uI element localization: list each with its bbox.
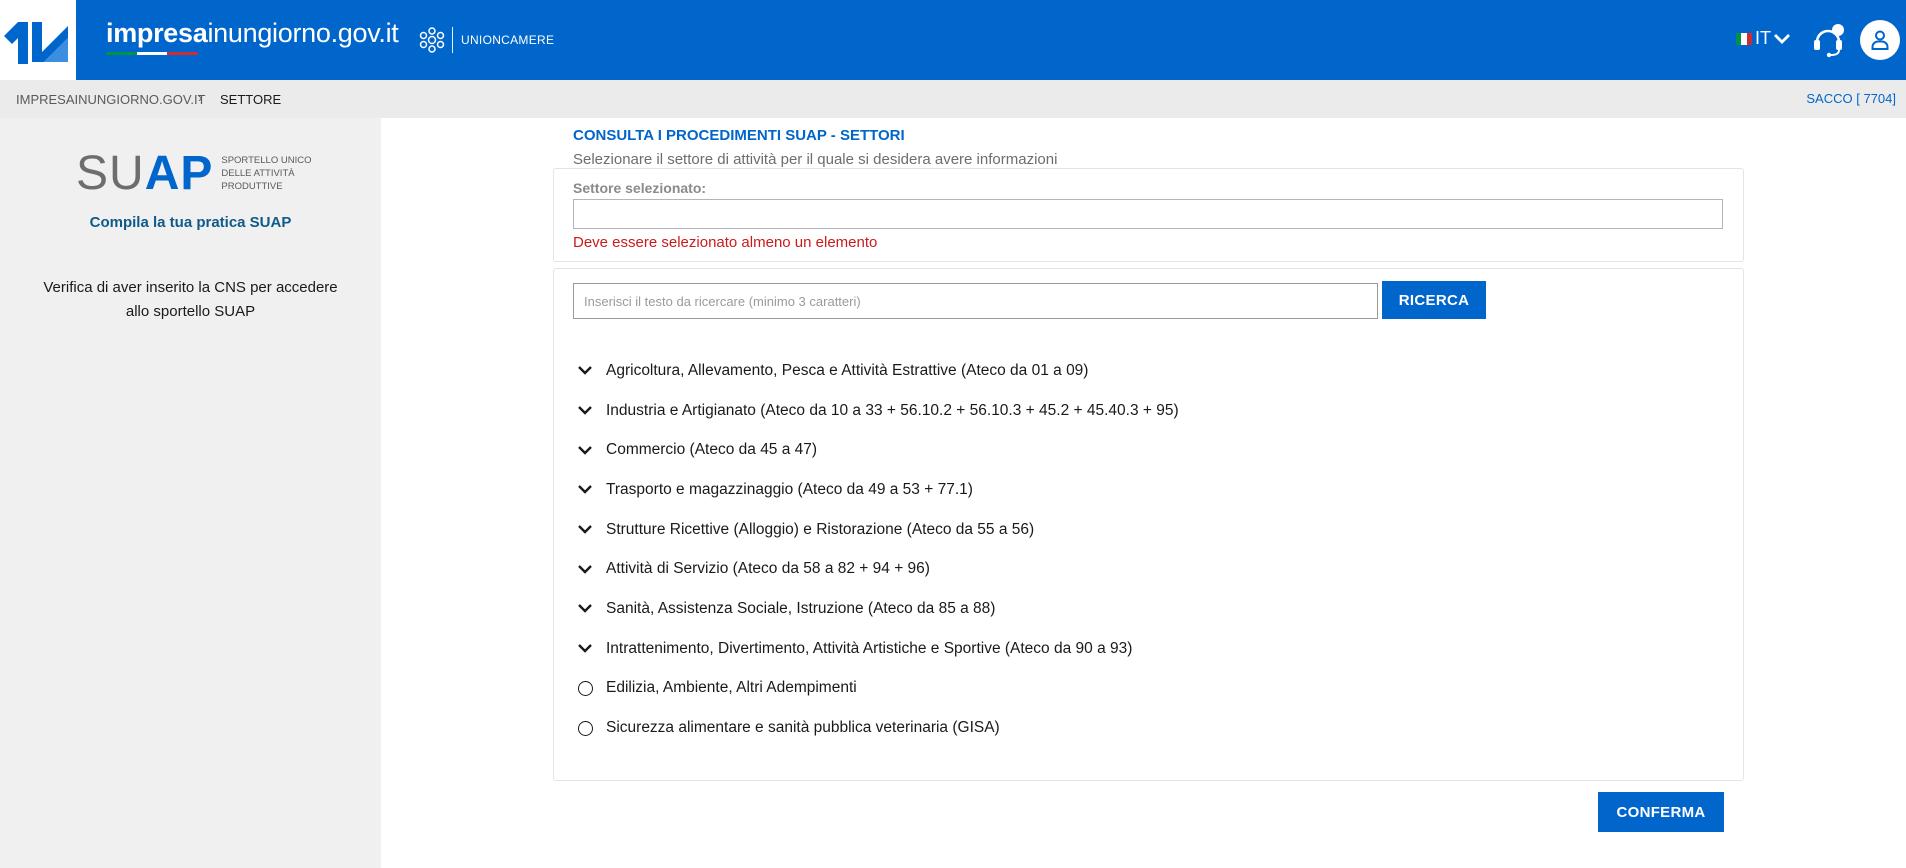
tree-item[interactable]: Trasporto e magazzinaggio (Ateco da 49 a…: [573, 470, 1723, 510]
brand-name[interactable]: impresainungiorno.gov.it: [106, 18, 399, 49]
breadcrumb-current: SETTORE: [220, 92, 282, 107]
page-subtitle: Selezionare il settore di attività per i…: [573, 151, 1058, 168]
chevron-down-icon[interactable]: [575, 361, 595, 381]
tree-item-label[interactable]: Attività di Servizio (Ateco da 58 a 82 +…: [606, 560, 930, 578]
tree-item[interactable]: Sicurezza alimentare e sanità pubblica v…: [573, 708, 1723, 748]
help-headset-icon: [1814, 24, 1844, 58]
brand-suffix: .gov.it: [330, 18, 399, 48]
tree-item-label[interactable]: Edilizia, Ambiente, Altri Adempimenti: [606, 679, 857, 697]
breadcrumb: IMPRESAINUNGIORNO.GOV.IT › SETTORE SACCO…: [0, 80, 1906, 118]
page-title: CONSULTA I PROCEDIMENTI SUAP - SETTORI: [573, 127, 905, 144]
tree-item[interactable]: Strutture Ricettive (Alloggio) e Ristora…: [573, 510, 1723, 550]
chevron-down-icon[interactable]: [575, 559, 595, 579]
language-code: IT: [1755, 28, 1771, 48]
chevron-down-icon: [1774, 33, 1790, 44]
tree-item-label[interactable]: Sicurezza alimentare e sanità pubblica v…: [606, 719, 1000, 737]
language-selector[interactable]: IT: [1736, 28, 1791, 49]
tree-item[interactable]: Intrattenimento, Divertimento, Attività …: [573, 629, 1723, 669]
cns-notice: Verifica di aver inserito la CNS per acc…: [43, 279, 338, 320]
suap-logo-ap: AP: [144, 147, 214, 200]
tree-item-label[interactable]: Intrattenimento, Divertimento, Attività …: [606, 640, 1132, 658]
tree-item-label[interactable]: Sanità, Assistenza Sociale, Istruzione (…: [606, 600, 995, 618]
unioncamere-icon: [419, 27, 445, 53]
partner-label: UNIONCAMERE: [461, 33, 555, 47]
suap-desc-line: DELLE ATTIVITÀ: [221, 168, 295, 179]
chevron-down-icon[interactable]: [575, 599, 595, 619]
selected-sector-field[interactable]: [573, 199, 1723, 229]
validation-error: Deve essere selezionato almeno un elemen…: [573, 234, 878, 251]
logo-icon: [4, 22, 68, 64]
search-input[interactable]: [573, 283, 1378, 319]
breadcrumb-separator: ›: [198, 90, 203, 105]
tree-item[interactable]: Industria e Artigianato (Ateco da 10 a 3…: [573, 391, 1723, 431]
suap-logo-description: SPORTELLO UNICO DELLE ATTIVITÀ PRODUTTIV…: [221, 154, 311, 193]
tree-item-label[interactable]: Commercio (Ateco da 45 a 47): [606, 441, 817, 459]
tree-item-label[interactable]: Trasporto e magazzinaggio (Ateco da 49 a…: [606, 481, 973, 499]
help-button[interactable]: [1808, 20, 1848, 60]
chevron-down-icon[interactable]: [575, 401, 595, 421]
tree-item[interactable]: Commercio (Ateco da 45 a 47): [573, 430, 1723, 470]
sector-tree: Agricoltura, Allevamento, Pesca e Attivi…: [573, 351, 1723, 748]
italy-flag-icon: [1736, 32, 1752, 45]
tree-item-label[interactable]: Industria e Artigianato (Ateco da 10 a 3…: [606, 402, 1179, 420]
brand-mid: inungiorno: [207, 18, 331, 48]
search-button[interactable]: RICERCA: [1382, 281, 1486, 319]
tree-item[interactable]: Agricoltura, Allevamento, Pesca e Attivi…: [573, 351, 1723, 391]
tree-item[interactable]: Sanità, Assistenza Sociale, Istruzione (…: [573, 589, 1723, 629]
chevron-down-icon[interactable]: [575, 520, 595, 540]
breadcrumb-home-link[interactable]: IMPRESAINUNGIORNO.GOV.IT: [16, 92, 206, 107]
top-header: impresainungiorno.gov.it UNIONCAMERE IT: [0, 0, 1906, 80]
tree-item-label[interactable]: Agricoltura, Allevamento, Pesca e Attivi…: [606, 362, 1088, 380]
brand-bold: impresa: [106, 18, 208, 48]
tricolor-underline: [106, 52, 199, 55]
radio-icon[interactable]: [575, 678, 595, 698]
confirm-button[interactable]: CONFERMA: [1598, 792, 1724, 832]
site-logo[interactable]: [0, 0, 76, 80]
partner-logo[interactable]: UNIONCAMERE: [418, 26, 554, 54]
sidebar: SU AP SPORTELLO UNICO DELLE ATTIVITÀ PROD…: [0, 118, 381, 868]
user-icon: [1871, 30, 1889, 50]
user-code-link[interactable]: SACCO [ 7704]: [1806, 91, 1896, 106]
chevron-down-icon[interactable]: [575, 440, 595, 460]
suap-logo: SU AP SPORTELLO UNICO DELLE ATTIVITÀ PROD…: [76, 150, 311, 198]
suap-logo-su: SU: [76, 147, 145, 200]
compila-pratica-link[interactable]: Compila la tua pratica SUAP: [0, 214, 381, 231]
suap-desc-line: PRODUTTIVE: [221, 181, 283, 192]
suap-desc-line: SPORTELLO UNICO: [221, 155, 312, 166]
tree-item-label[interactable]: Strutture Ricettive (Alloggio) e Ristora…: [606, 521, 1034, 539]
tree-item[interactable]: Edilizia, Ambiente, Altri Adempimenti: [573, 669, 1723, 709]
chevron-down-icon[interactable]: [575, 480, 595, 500]
tree-item[interactable]: Attività di Servizio (Ateco da 58 a 82 +…: [573, 549, 1723, 589]
user-button[interactable]: [1860, 20, 1900, 60]
selected-sector-label: Settore selezionato:: [573, 180, 707, 196]
radio-icon[interactable]: [575, 718, 595, 738]
chevron-down-icon[interactable]: [575, 639, 595, 659]
